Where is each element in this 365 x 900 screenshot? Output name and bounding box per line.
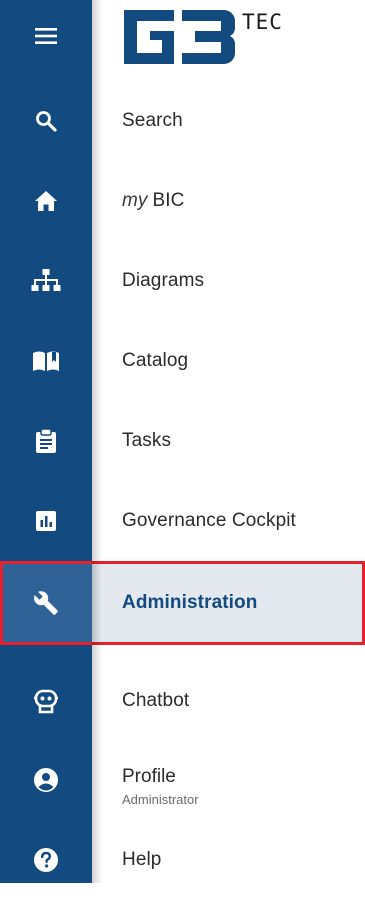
- search-icon: [35, 110, 57, 132]
- nav-item-chatbot[interactable]: Chatbot: [0, 661, 365, 741]
- menu-toggle-button[interactable]: [0, 0, 92, 72]
- nav-item-prefix: my: [122, 190, 148, 211]
- help-circle-icon: [33, 847, 59, 873]
- sitemap-icon: [31, 269, 61, 293]
- gbtec-logo: [120, 6, 238, 68]
- home-icon: [34, 190, 58, 212]
- nav-item-help[interactable]: Help: [0, 820, 365, 900]
- nav-item-label: Governance Cockpit: [122, 510, 296, 531]
- nav-item-catalog[interactable]: Catalog: [0, 321, 365, 401]
- wrench-icon: [33, 590, 59, 616]
- account-circle-icon: [33, 767, 59, 793]
- nav-item-label: Chatbot: [122, 690, 190, 711]
- nav-item-label: Search: [122, 110, 183, 131]
- nav-item-governance-cockpit[interactable]: Governance Cockpit: [0, 481, 365, 561]
- open-book-icon: [31, 350, 61, 372]
- logo-suffix: TEC: [242, 10, 283, 34]
- profile-role: Administrator: [122, 792, 199, 807]
- nav-item-label: Help: [122, 849, 162, 870]
- nav-item-administration[interactable]: Administration: [0, 563, 365, 643]
- nav-item-mybic[interactable]: my BIC: [0, 161, 365, 241]
- nav-item-label: Tasks: [122, 430, 172, 451]
- hamburger-menu-icon: [35, 28, 57, 44]
- nav-item-search[interactable]: Search: [0, 81, 365, 161]
- nav-item-label: Catalog: [122, 350, 189, 371]
- nav-item-label: BIC: [152, 190, 185, 211]
- profile-label: Profile Administrator: [122, 766, 199, 807]
- nav-item-tasks[interactable]: Tasks: [0, 401, 365, 481]
- robot-icon: [33, 688, 59, 714]
- nav-item-label: Profile: [122, 766, 176, 787]
- nav-item-label: Diagrams: [122, 270, 205, 291]
- nav-item-diagrams[interactable]: Diagrams: [0, 241, 365, 321]
- nav-item-label: Administration: [122, 592, 258, 613]
- clipboard-icon: [35, 428, 57, 454]
- bar-chart-icon: [35, 510, 57, 532]
